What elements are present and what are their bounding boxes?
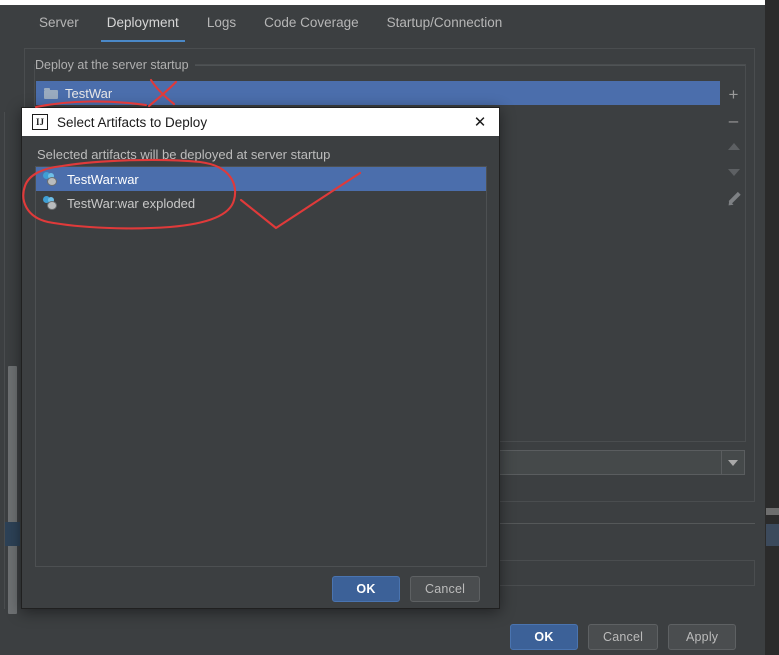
apply-button[interactable]: Apply	[668, 624, 737, 650]
ok-button[interactable]: OK	[510, 624, 578, 650]
tab-deployment[interactable]: Deployment	[93, 14, 193, 42]
vertical-scrollbar-thumb[interactable]	[8, 366, 17, 614]
close-icon[interactable]: ✕	[469, 111, 491, 133]
tab-code-coverage[interactable]: Code Coverage	[250, 14, 373, 42]
pencil-icon	[727, 192, 740, 205]
tab-server[interactable]: Server	[25, 14, 93, 42]
gutter-marker-top	[766, 508, 779, 515]
deployment-method-combobox[interactable]	[494, 450, 745, 475]
triangle-up-icon	[727, 142, 740, 150]
scrollbar-highlight-marker	[5, 522, 20, 546]
deploy-list-toolbar: + –	[722, 81, 745, 441]
tab-startup-connection[interactable]: Startup/Connection	[373, 14, 517, 42]
dialog-subtitle: Selected artifacts will be deployed at s…	[37, 147, 331, 162]
artifact-list[interactable]: TestWar:war TestWar:war exploded	[35, 166, 487, 567]
add-button[interactable]: +	[722, 81, 745, 107]
list-item[interactable]: TestWar:war exploded	[36, 191, 486, 215]
select-artifacts-dialog: IJ Select Artifacts to Deploy ✕ Selected…	[21, 107, 500, 609]
window-top-edge	[0, 0, 765, 5]
group-separator-line	[180, 65, 745, 66]
deploy-list-row-label: TestWar	[65, 85, 113, 101]
list-item-label: TestWar:war exploded	[67, 195, 196, 211]
deploy-list-row-testwar[interactable]: TestWar	[36, 81, 720, 105]
dialog-cancel-button[interactable]: Cancel	[410, 576, 481, 602]
combobox-value	[495, 451, 721, 474]
settings-tab-bar: Server Deployment Logs Code Coverage Sta…	[25, 14, 516, 46]
dialog-title: Select Artifacts to Deploy	[57, 114, 208, 130]
cancel-button[interactable]: Cancel	[588, 624, 659, 650]
artifact-icon	[43, 172, 59, 186]
settings-button-bar: OK Cancel Apply	[510, 624, 737, 650]
dialog-ok-button[interactable]: OK	[332, 576, 400, 602]
chevron-down-icon	[728, 459, 738, 466]
folder-icon	[44, 87, 58, 99]
deploy-at-startup-label: Deploy at the server startup	[35, 58, 195, 72]
edit-button[interactable]	[722, 185, 745, 211]
dialog-button-bar: OK Cancel	[332, 576, 481, 602]
dialog-titlebar: IJ Select Artifacts to Deploy ✕	[22, 108, 499, 136]
minus-icon: –	[728, 110, 739, 130]
move-up-button[interactable]	[722, 133, 745, 159]
artifact-icon	[43, 196, 59, 210]
gutter-marker-bottom	[766, 524, 779, 546]
move-down-button[interactable]	[722, 159, 745, 185]
triangle-down-icon	[727, 168, 740, 176]
remove-button[interactable]: –	[722, 107, 745, 133]
list-item[interactable]: TestWar:war	[36, 167, 486, 191]
list-item-label: TestWar:war	[67, 171, 139, 187]
plus-icon: +	[728, 84, 739, 104]
combobox-arrow-button[interactable]	[721, 451, 744, 474]
intellij-logo-icon: IJ	[32, 114, 48, 130]
tab-logs[interactable]: Logs	[193, 14, 250, 42]
right-gutter	[765, 0, 779, 655]
